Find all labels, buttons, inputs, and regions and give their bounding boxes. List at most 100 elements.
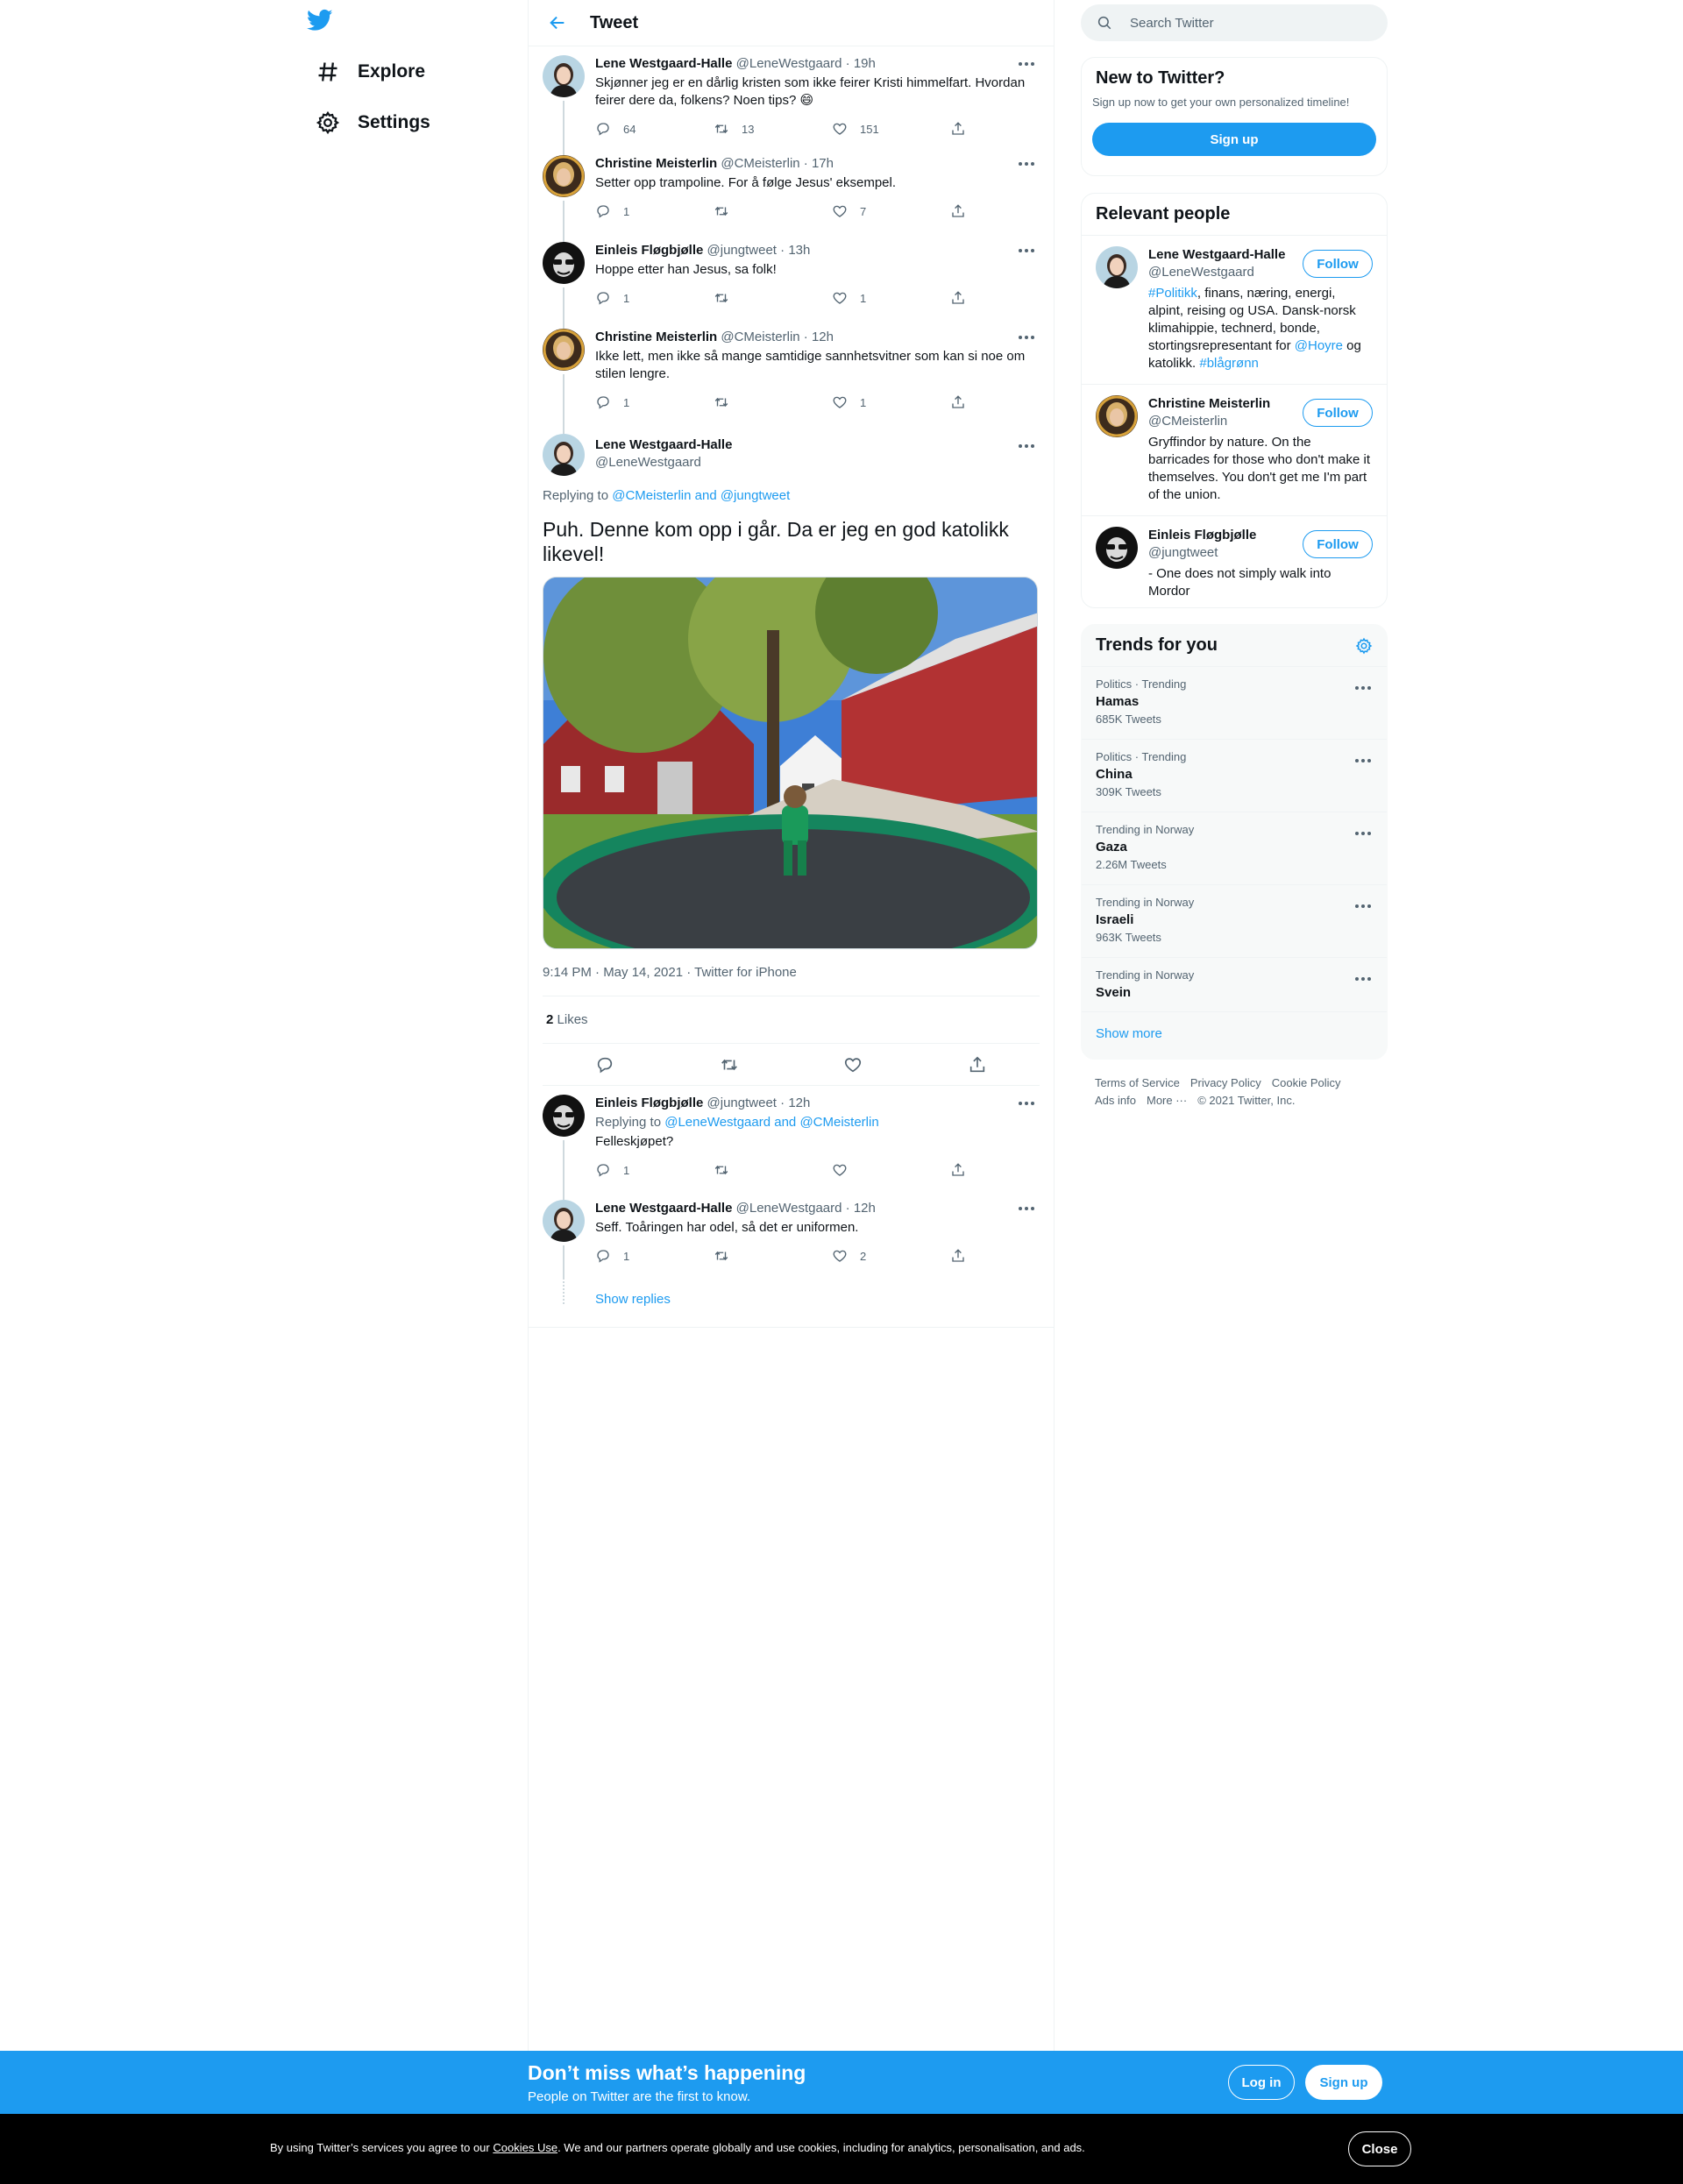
reply-button[interactable]: 1 [595, 394, 714, 410]
reply-icon[interactable] [595, 1055, 614, 1074]
banner-sign-up-button[interactable]: Sign up [1305, 2065, 1382, 2100]
show-replies-link[interactable]: Show replies [595, 1278, 1054, 1327]
reply-button[interactable]: 64 [595, 121, 714, 137]
avatar[interactable] [1096, 395, 1138, 437]
more-icon[interactable] [1013, 155, 1040, 173]
author-handle[interactable]: @CMeisterlin [721, 156, 799, 171]
like-button[interactable]: 151 [832, 121, 950, 137]
show-more-link[interactable]: Show more [1082, 1011, 1387, 1055]
thread-tweet[interactable]: Christine Meisterlin @CMeisterlin · 17h … [529, 146, 1054, 233]
trend-item[interactable]: Trending in Norway Svein [1082, 957, 1387, 1011]
cookie-policy-link[interactable]: Cookie Policy [1272, 1074, 1341, 1092]
privacy-link[interactable]: Privacy Policy [1190, 1074, 1261, 1092]
avatar[interactable] [543, 1200, 585, 1242]
tweet-photo[interactable] [543, 577, 1038, 949]
trend-item[interactable]: Politics · Trending Hamas 685K Tweets [1082, 666, 1387, 739]
person-item[interactable]: Einleis Fløgbjølle @jungtweet - One does… [1082, 515, 1387, 607]
retweet-button[interactable] [714, 203, 832, 219]
share-button[interactable] [950, 121, 978, 137]
reply-tweet[interactable]: Einleis Fløgbjølle @jungtweet · 12h Repl… [529, 1086, 1054, 1191]
reply-button[interactable]: 1 [595, 290, 714, 306]
like-button[interactable]: 1 [832, 394, 950, 410]
log-in-button[interactable]: Log in [1228, 2065, 1295, 2100]
more-icon[interactable] [1350, 752, 1376, 769]
author-handle[interactable]: @CMeisterlin [721, 330, 799, 344]
avatar[interactable] [543, 329, 585, 371]
follow-button[interactable]: Follow [1303, 399, 1373, 427]
share-icon[interactable] [968, 1055, 987, 1074]
like-button[interactable]: 7 [832, 203, 950, 219]
author-name[interactable]: Einleis Fløgbjølle [595, 243, 703, 258]
person-item[interactable]: Lene Westgaard-Halle @LeneWestgaard #Pol… [1082, 235, 1387, 384]
share-button[interactable] [950, 1248, 978, 1264]
like-button[interactable]: 2 [832, 1248, 950, 1264]
author-name[interactable]: Einleis Fløgbjølle [595, 1096, 703, 1110]
author-name[interactable]: Christine Meisterlin [595, 330, 717, 344]
more-link[interactable]: More ··· [1147, 1092, 1187, 1110]
tweet-time[interactable]: · 13h [780, 243, 810, 258]
hashtag-link[interactable]: #Politikk [1148, 286, 1197, 301]
tweet-time[interactable]: · 12h [804, 330, 834, 344]
reply-button[interactable]: 1 [595, 1248, 714, 1264]
nav-explore[interactable]: Explore [305, 49, 436, 95]
author-handle[interactable]: @LeneWestgaard [736, 56, 842, 71]
trend-item[interactable]: Trending in Norway Gaza 2.26M Tweets [1082, 812, 1387, 884]
author-name[interactable]: Lene Westgaard-Halle [595, 56, 732, 71]
replying-users-link[interactable]: @CMeisterlin and @jungtweet [612, 488, 790, 503]
thread-tweet[interactable]: Einleis Fløgbjølle @jungtweet · 13h Hopp… [529, 233, 1054, 320]
avatar[interactable] [1096, 527, 1138, 569]
author-name[interactable]: Lene Westgaard-Halle [595, 434, 1040, 454]
tweet-time[interactable]: · 17h [804, 156, 834, 171]
more-icon[interactable] [1013, 437, 1040, 455]
hashtag-link[interactable]: #blågrønn [1199, 356, 1259, 371]
reply-button[interactable]: 1 [595, 1162, 714, 1178]
author-handle[interactable]: @jungtweet [707, 1096, 777, 1110]
retweet-button[interactable] [714, 290, 832, 306]
person-item[interactable]: Christine Meisterlin @CMeisterlin Gryffi… [1082, 384, 1387, 515]
thread-tweet[interactable]: Lene Westgaard-Halle @LeneWestgaard · 19… [529, 46, 1054, 146]
reply-button[interactable]: 1 [595, 203, 714, 219]
more-icon[interactable] [1350, 897, 1376, 915]
avatar[interactable] [543, 155, 585, 197]
sign-up-button[interactable]: Sign up [1092, 123, 1376, 156]
follow-button[interactable]: Follow [1303, 530, 1373, 558]
trend-item[interactable]: Politics · Trending China 309K Tweets [1082, 739, 1387, 812]
avatar[interactable] [543, 434, 585, 476]
gear-icon[interactable] [1355, 637, 1373, 655]
terms-link[interactable]: Terms of Service [1095, 1074, 1180, 1092]
share-button[interactable] [950, 394, 978, 410]
back-button[interactable] [543, 8, 572, 38]
mention-link[interactable]: @Hoyre [1295, 338, 1343, 353]
author-handle[interactable]: @jungtweet [707, 243, 777, 258]
author-name[interactable]: Lene Westgaard-Halle [595, 1201, 732, 1216]
author-name[interactable]: Christine Meisterlin [595, 156, 717, 171]
avatar[interactable] [543, 1095, 585, 1137]
reply-tweet[interactable]: Lene Westgaard-Halle @LeneWestgaard · 12… [529, 1191, 1054, 1278]
retweet-button[interactable] [714, 1248, 832, 1264]
retweet-button[interactable] [714, 1162, 832, 1178]
like-button[interactable]: 1 [832, 290, 950, 306]
ads-info-link[interactable]: Ads info [1095, 1092, 1136, 1110]
share-button[interactable] [950, 290, 978, 306]
retweet-button[interactable]: 13 [714, 121, 832, 137]
more-icon[interactable] [1013, 55, 1040, 73]
more-icon[interactable] [1350, 825, 1376, 842]
tweet-time[interactable]: · 12h [780, 1096, 810, 1110]
more-icon[interactable] [1013, 1095, 1040, 1112]
heart-icon[interactable] [843, 1055, 863, 1074]
retweet-icon[interactable] [720, 1055, 739, 1074]
like-button[interactable] [832, 1162, 950, 1178]
more-icon[interactable] [1013, 242, 1040, 259]
likes-summary[interactable]: 2 Likes [543, 996, 1040, 1044]
tweet-time[interactable]: · 12h [846, 1201, 876, 1216]
share-button[interactable] [950, 203, 978, 219]
more-icon[interactable] [1350, 970, 1376, 988]
retweet-button[interactable] [714, 394, 832, 410]
thread-tweet[interactable]: Christine Meisterlin @CMeisterlin · 12h … [529, 320, 1054, 425]
author-handle[interactable]: @LeneWestgaard [595, 454, 1040, 472]
cookies-use-link[interactable]: Cookies Use [493, 2141, 557, 2154]
close-button[interactable]: Close [1348, 2131, 1411, 2166]
tweet-meta[interactable]: 9:14 PM · May 14, 2021 · Twitter for iPh… [543, 965, 1040, 996]
trend-item[interactable]: Trending in Norway Israeli 963K Tweets [1082, 884, 1387, 957]
replying-users-link[interactable]: @LeneWestgaard and @CMeisterlin [664, 1115, 878, 1130]
